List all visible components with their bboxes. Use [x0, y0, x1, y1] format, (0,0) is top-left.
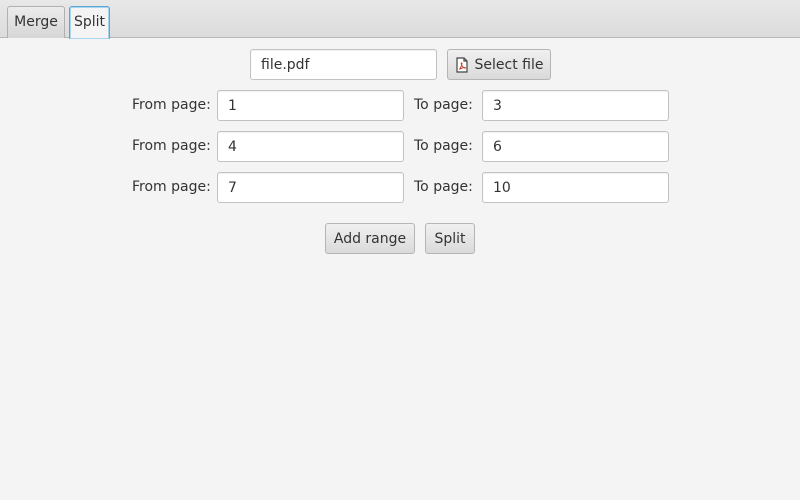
- split-button[interactable]: Split: [425, 223, 475, 254]
- from-page-label: From page:: [132, 179, 211, 195]
- select-file-button[interactable]: Select file: [447, 49, 551, 80]
- to-page-label: To page:: [414, 97, 473, 113]
- from-page-label: From page:: [132, 138, 211, 154]
- tab-bar: Merge Split: [0, 0, 800, 39]
- to-page-input[interactable]: [482, 90, 669, 121]
- to-page-input[interactable]: [482, 131, 669, 162]
- from-page-input[interactable]: [217, 131, 404, 162]
- tab-split[interactable]: Split: [69, 6, 110, 39]
- to-page-label: To page:: [414, 179, 473, 195]
- to-page-label: To page:: [414, 138, 473, 154]
- pdf-file-icon: [455, 56, 469, 73]
- file-path-field[interactable]: [250, 49, 437, 80]
- to-page-input[interactable]: [482, 172, 669, 203]
- from-page-label: From page:: [132, 97, 211, 113]
- from-page-input[interactable]: [217, 90, 404, 121]
- add-range-button[interactable]: Add range: [325, 223, 415, 254]
- select-file-label: Select file: [474, 56, 544, 73]
- tab-merge[interactable]: Merge: [7, 6, 65, 38]
- from-page-input[interactable]: [217, 172, 404, 203]
